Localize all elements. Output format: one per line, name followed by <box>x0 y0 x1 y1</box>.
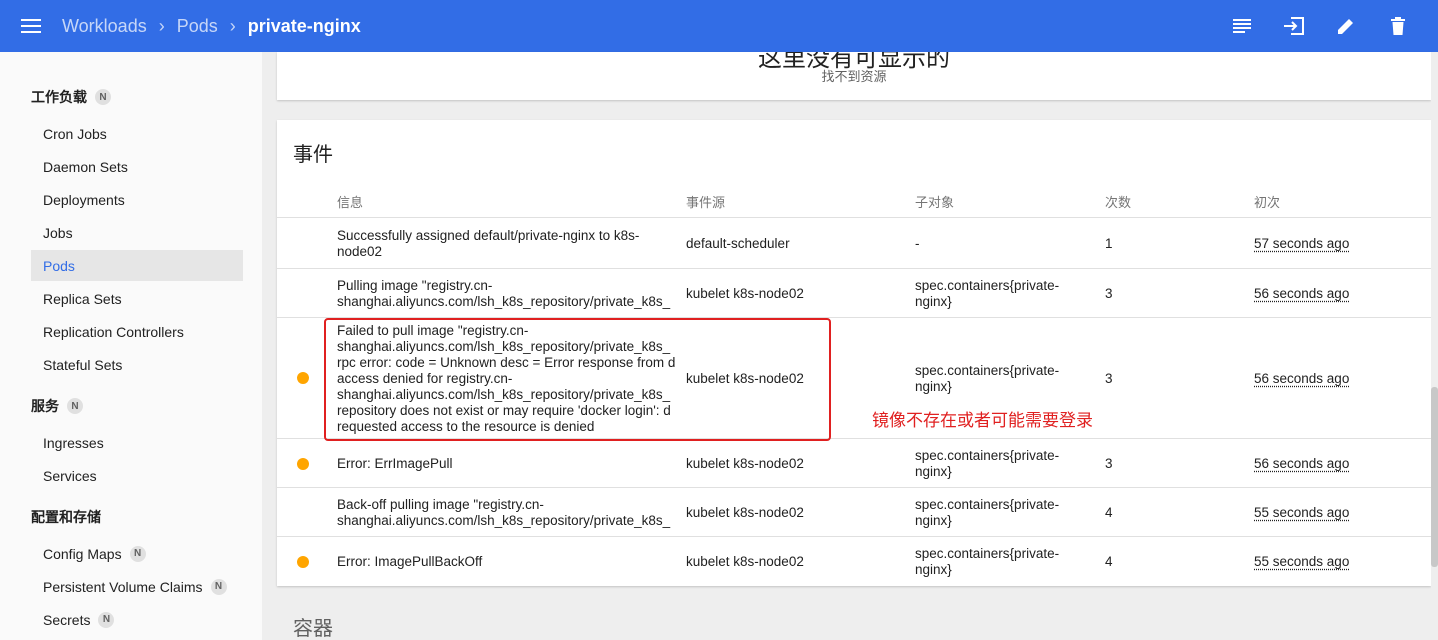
sidebar-item-secrets[interactable]: Secrets N <box>31 604 243 635</box>
event-subobject: - <box>915 236 920 251</box>
sidebar-item-label: Secrets <box>43 611 91 628</box>
event-count: 4 <box>1105 553 1113 569</box>
column-header-subobject: 子对象 <box>915 195 955 210</box>
warning-dot-icon <box>297 556 309 568</box>
sidebar-header-services[interactable]: 服务 N <box>31 396 83 416</box>
sidebar-item-services[interactable]: Services <box>31 460 243 491</box>
events-table-header: 信息 事件源 子对象 次数 初次 <box>277 182 1431 218</box>
sidebar-item-pods[interactable]: Pods <box>31 250 243 281</box>
warning-dot-icon <box>297 372 309 384</box>
column-header-message: 信息 <box>337 195 364 210</box>
sidebar-item-replica-sets[interactable]: Replica Sets <box>31 283 243 314</box>
namespace-badge: N <box>67 398 83 414</box>
sidebar-item-config-maps[interactable]: Config Maps N <box>31 538 243 569</box>
table-row: Successfully assigned default/private-ng… <box>277 219 1431 269</box>
event-count: 1 <box>1105 236 1113 251</box>
table-row: Error: ErrImagePull kubelet k8s-node02 s… <box>277 439 1431 488</box>
event-message: Back-off pulling image "registry.cn- sha… <box>337 496 671 528</box>
namespace-badge: N <box>129 545 146 562</box>
event-count: 3 <box>1105 285 1113 301</box>
sidebar-item-replication-controllers[interactable]: Replication Controllers <box>31 316 243 347</box>
column-header-count: 次数 <box>1105 195 1132 210</box>
sidebar-item-label: Config Maps <box>43 545 122 562</box>
breadcrumb-workloads[interactable]: Workloads <box>62 16 147 37</box>
breadcrumb-current: private-nginx <box>247 15 361 36</box>
event-message: Pulling image "registry.cn- shanghai.ali… <box>337 277 671 309</box>
event-subobject: spec.containers{private- nginx} <box>915 496 1060 528</box>
table-row: Pulling image "registry.cn- shanghai.ali… <box>277 269 1431 318</box>
event-subobject: spec.containers{private- nginx} <box>915 545 1060 577</box>
event-source: kubelet k8s-node02 <box>686 285 804 301</box>
event-source: kubelet k8s-node02 <box>686 455 804 471</box>
event-count: 3 <box>1105 455 1113 471</box>
event-first-seen: 55 seconds ago <box>1254 504 1350 520</box>
warning-dot-icon <box>297 458 309 470</box>
table-row: Back-off pulling image "registry.cn- sha… <box>277 488 1431 537</box>
edit-icon <box>1338 19 1353 34</box>
scrollbar-thumb[interactable] <box>1431 387 1438 567</box>
toolbar-actions <box>1216 0 1438 52</box>
containers-title: 容器 <box>293 618 333 640</box>
logs-icon <box>1233 19 1251 33</box>
scrollbar[interactable] <box>1431 52 1438 640</box>
event-first-seen: 55 seconds ago <box>1254 553 1350 569</box>
sidebar-header-label: 配置和存储 <box>31 509 101 525</box>
column-header-first-seen: 初次 <box>1254 195 1281 210</box>
sidebar-item-cron-jobs[interactable]: Cron Jobs <box>31 118 243 149</box>
events-title: 事件 <box>293 144 333 166</box>
table-row: Error: ImagePullBackOff kubelet k8s-node… <box>277 537 1431 586</box>
edit-button[interactable] <box>1320 0 1372 52</box>
sidebar-item-daemon-sets[interactable]: Daemon Sets <box>31 151 243 182</box>
event-first-seen: 57 seconds ago <box>1254 236 1350 251</box>
event-subobject: spec.containers{private- nginx} <box>915 277 1060 309</box>
breadcrumb-pods[interactable]: Pods <box>177 16 218 37</box>
delete-button[interactable] <box>1372 0 1424 52</box>
event-count: 4 <box>1105 504 1113 520</box>
menu-icon <box>21 19 41 33</box>
namespace-badge: N <box>210 578 227 595</box>
empty-state-text: 找不到资源 <box>821 69 887 84</box>
sidebar: 工作负载 N Cron Jobs Daemon Sets Deployments… <box>0 52 262 640</box>
event-message: Error: ImagePullBackOff <box>337 553 483 569</box>
exec-button[interactable] <box>1268 0 1320 52</box>
sidebar-item-persistent-volume-claims[interactable]: Persistent Volume Claims N <box>31 571 243 602</box>
event-source: default-scheduler <box>686 236 790 251</box>
namespace-badge: N <box>98 611 115 628</box>
menu-button[interactable] <box>0 0 62 52</box>
chevron-right-icon: › <box>229 15 236 36</box>
event-subobject: spec.containers{private- nginx} <box>915 447 1060 479</box>
chevron-right-icon: › <box>158 15 165 36</box>
resource-card: 这里没有可显示的 找不到资源 <box>277 52 1431 100</box>
sidebar-header-label: 服务 <box>31 398 59 414</box>
sidebar-item-ingresses[interactable]: Ingresses <box>31 427 243 458</box>
sidebar-item-label: Persistent Volume Claims <box>43 578 203 595</box>
highlight-box <box>324 318 831 441</box>
logs-button[interactable] <box>1216 0 1268 52</box>
event-source: kubelet k8s-node02 <box>686 504 804 520</box>
top-bar: Workloads › Pods › private-nginx <box>0 0 1438 52</box>
sidebar-header-workloads[interactable]: 工作负载 N <box>31 87 111 107</box>
event-first-seen: 56 seconds ago <box>1254 455 1350 471</box>
column-header-source: 事件源 <box>686 195 726 210</box>
sidebar-item-jobs[interactable]: Jobs <box>31 217 243 248</box>
event-first-seen: 56 seconds ago <box>1254 370 1350 386</box>
event-message: Error: ErrImagePull <box>337 455 453 471</box>
event-count: 3 <box>1105 370 1113 386</box>
sidebar-header-config-storage[interactable]: 配置和存储 <box>31 507 101 527</box>
sidebar-item-deployments[interactable]: Deployments <box>31 184 243 215</box>
sidebar-header-label: 工作负载 <box>31 89 87 105</box>
event-first-seen: 56 seconds ago <box>1254 285 1350 301</box>
event-message: Successfully assigned default/private-ng… <box>337 228 640 259</box>
event-source: kubelet k8s-node02 <box>686 553 804 569</box>
delete-icon <box>1391 17 1405 35</box>
sidebar-item-stateful-sets[interactable]: Stateful Sets <box>31 349 243 380</box>
namespace-badge: N <box>95 89 111 105</box>
breadcrumb: Workloads › Pods › private-nginx <box>62 16 361 37</box>
exec-icon <box>1284 17 1304 35</box>
annotation-text: 镜像不存在或者可能需要登录 <box>872 411 1093 430</box>
